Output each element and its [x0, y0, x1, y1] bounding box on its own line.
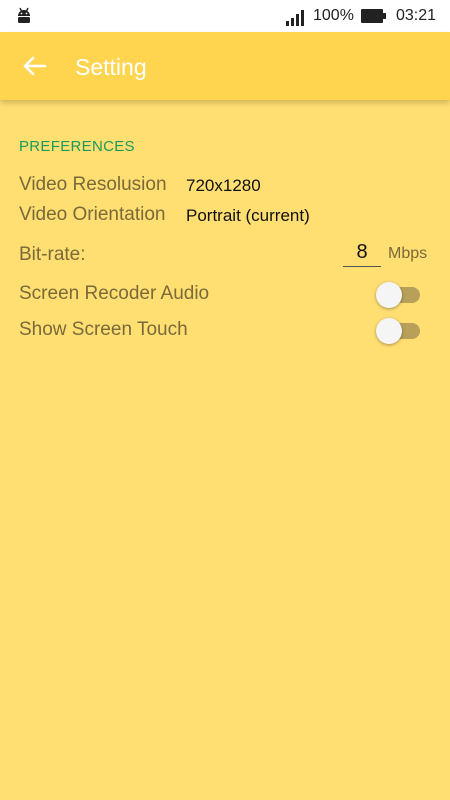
status-bar: 100% 03:21 — [0, 0, 450, 32]
bitrate-input[interactable] — [343, 238, 381, 267]
app-bar: Setting — [0, 32, 450, 100]
battery-percent: 100% — [313, 7, 354, 24]
android-icon — [18, 7, 30, 23]
show-screen-touch-label: Show Screen Touch — [19, 319, 188, 340]
video-resolution-label[interactable]: Video Resolusion — [19, 173, 167, 197]
video-resolution-value[interactable]: 720x1280 — [186, 174, 261, 198]
signal-icon — [286, 10, 304, 26]
show-screen-touch-switch[interactable] — [376, 318, 420, 344]
switch-thumb — [376, 282, 402, 308]
back-button[interactable] — [16, 50, 52, 82]
status-clock: 03:21 — [396, 7, 437, 24]
section-header-preferences: PREFERENCES — [19, 138, 135, 155]
screen-recorder-audio-switch[interactable] — [376, 282, 420, 308]
bitrate-label: Bit-rate: — [19, 244, 86, 265]
page-title: Setting — [75, 54, 147, 80]
video-orientation-value[interactable]: Portrait (current) — [186, 204, 310, 228]
battery-icon — [361, 9, 386, 23]
switch-thumb — [376, 318, 402, 344]
screen-recorder-audio-label: Screen Recoder Audio — [19, 283, 210, 304]
arrow-left-icon — [23, 56, 47, 76]
video-orientation-label[interactable]: Video Orientation — [19, 203, 165, 227]
bitrate-unit: Mbps — [388, 245, 428, 262]
